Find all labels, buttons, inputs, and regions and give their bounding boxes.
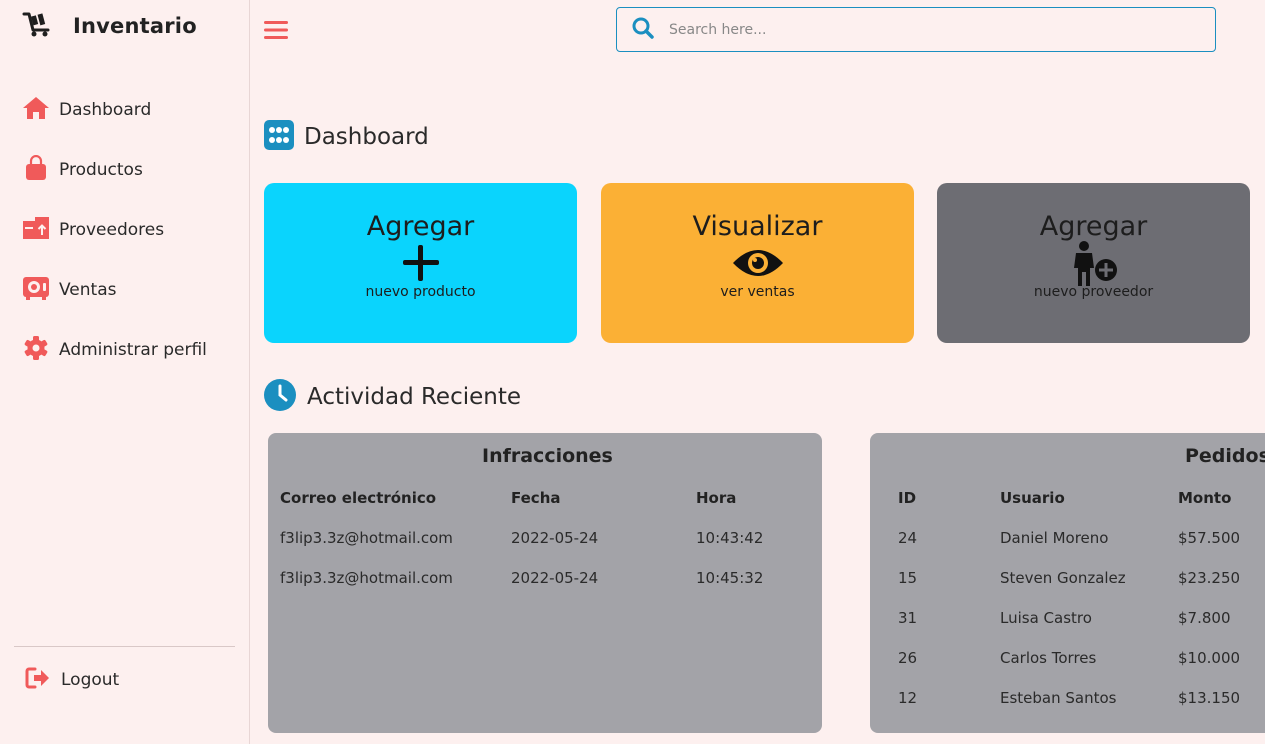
activity-title-text: Actividad Reciente [307,384,522,410]
page-title: Dashboard [264,120,429,154]
table-cell: f3lip3.3z@hotmail.com [280,529,453,547]
table-cell: Esteban Santos [1000,689,1117,707]
column-header: Correo electrónico [280,489,437,507]
table-cell: 2022-05-24 [511,529,599,547]
plus-icon [401,242,441,284]
card-subtitle: nuevo proveedor [1033,284,1154,300]
table-cell: 10:43:42 [696,529,764,547]
brand[interactable]: Inventario [22,10,197,42]
sidebar-item-ventas[interactable]: Ventas [0,260,249,320]
cart-logo-icon [22,10,52,42]
panel-title: Pedidos [1185,445,1265,467]
table-cell: f3lip3.3z@hotmail.com [280,569,453,587]
column-header: Usuario [1000,489,1065,507]
add-supplier-card[interactable]: Agregar nuevo proveedor [937,183,1250,343]
eye-icon [731,242,785,284]
search-input[interactable] [669,21,1189,38]
card-subtitle: nuevo producto [365,284,476,300]
sidebar-item-label: Ventas [59,280,117,300]
logout-label: Logout [61,670,120,690]
column-header: Hora [696,489,737,507]
infracciones-panel: Infracciones Correo electrónico Fecha Ho… [268,433,822,733]
search-bar [616,7,1216,52]
card-title: Agregar [366,211,475,242]
shopping-bag-icon [22,154,50,185]
table-cell: $10.000 [1178,649,1241,667]
logout-icon [24,665,52,695]
sidebar-nav: Dashboard Productos Proveedores Ventas A… [0,80,249,380]
card-subtitle: ver ventas [720,284,795,300]
table-cell: 12 [898,689,918,707]
brand-name: Inventario [73,14,197,38]
page-title-text: Dashboard [304,124,429,150]
safe-icon [22,275,50,305]
table-cell: Carlos Torres [1000,649,1097,667]
column-header: Monto [1178,489,1232,507]
sidebar-item-administrar-perfil[interactable]: Administrar perfil [0,320,249,380]
table-cell: $7.800 [1178,609,1231,627]
column-header: ID [898,489,917,507]
column-header: Fecha [511,489,561,507]
table-cell: Daniel Moreno [1000,529,1109,547]
sidebar-divider [14,646,235,647]
table-cell: 31 [898,609,918,627]
table-cell: Steven Gonzalez [1000,569,1126,587]
sidebar-item-proveedores[interactable]: Proveedores [0,200,249,260]
table-cell: 15 [898,569,918,587]
table-cell: $23.250 [1178,569,1241,587]
menu-toggle-button[interactable] [262,18,290,42]
hamburger-icon [262,21,290,46]
add-product-card[interactable]: Agregar nuevo producto [264,183,577,343]
card-title: Visualizar [692,211,823,242]
boxes-icon [22,215,50,245]
grid-icon [264,120,294,154]
sidebar-item-label: Administrar perfil [59,340,207,360]
search-icon[interactable] [617,16,655,44]
table-cell: $57.500 [1178,529,1241,547]
gear-icon [22,335,50,365]
table-cell: 24 [898,529,918,547]
person-add-icon [1066,241,1122,286]
view-sales-card[interactable]: Visualizar ver ventas [601,183,914,343]
activity-title: Actividad Reciente [264,379,521,415]
home-icon [22,95,50,125]
table-cell: Luisa Castro [1000,609,1092,627]
logout-button[interactable]: Logout [24,665,119,695]
sidebar: Inventario Dashboard Productos Proveedor… [0,0,250,744]
clock-icon [264,379,296,415]
pedidos-panel: Pedidos ID Usuario Monto 24 Daniel Moren… [870,433,1265,733]
sidebar-item-label: Dashboard [59,100,152,120]
table-cell: $13.150 [1178,689,1241,707]
card-title: Agregar [1039,211,1148,242]
table-cell: 10:45:32 [696,569,764,587]
sidebar-item-label: Productos [59,160,143,180]
sidebar-item-label: Proveedores [59,220,165,240]
sidebar-item-dashboard[interactable]: Dashboard [0,80,249,140]
panel-title: Infracciones [482,445,613,467]
table-cell: 2022-05-24 [511,569,599,587]
sidebar-item-productos[interactable]: Productos [0,140,249,200]
table-cell: 26 [898,649,918,667]
